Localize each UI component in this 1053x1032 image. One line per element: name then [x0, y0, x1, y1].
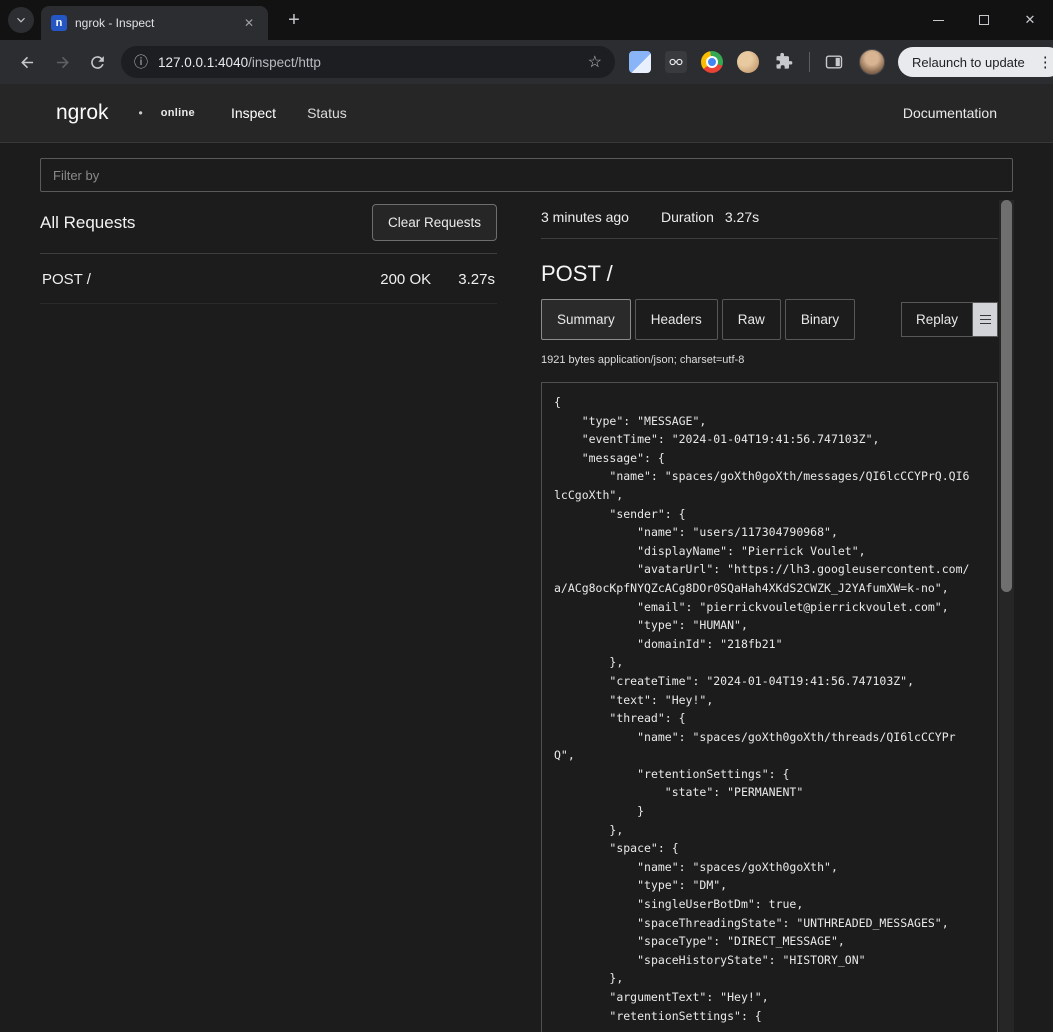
tab-binary[interactable]: Binary — [785, 299, 855, 340]
duration-value: 3.27s — [725, 209, 759, 225]
browser-titlebar: n ngrok - Inspect ✕ + ✕ — [0, 0, 1053, 40]
relaunch-to-update-button[interactable]: Relaunch to update ⋮ — [898, 47, 1053, 77]
browser-menu-icon[interactable]: ⋮ — [1034, 53, 1053, 71]
window-maximize-button[interactable] — [961, 0, 1007, 40]
requests-pane-header: All Requests Clear Requests — [40, 200, 497, 254]
url-host: 127.0.0.1:4040 — [158, 55, 248, 70]
puzzle-icon — [774, 52, 794, 72]
tab-summary[interactable]: Summary — [541, 299, 631, 340]
requests-pane: All Requests Clear Requests POST / 200 O… — [40, 200, 497, 1032]
ngrok-header: ngrok • online Inspect Status Documentat… — [0, 84, 1053, 143]
replay-group: Replay — [901, 302, 998, 337]
filter-section — [0, 143, 1053, 192]
profile-avatar[interactable] — [859, 49, 885, 75]
extension-icon-2[interactable] — [737, 51, 759, 73]
detail-pane: 3 minutes ago Duration 3.27s POST / Summa… — [541, 200, 998, 1032]
tab-close-icon[interactable]: ✕ — [240, 14, 258, 32]
toolbar-separator — [809, 52, 810, 72]
side-panel-icon — [824, 52, 844, 72]
tab-raw[interactable]: Raw — [722, 299, 781, 340]
address-bar[interactable]: ⓘ 127.0.0.1:4040/inspect/http ☆ — [121, 46, 615, 78]
nav-documentation[interactable]: Documentation — [903, 105, 997, 121]
clear-requests-button[interactable]: Clear Requests — [372, 204, 497, 241]
online-status-dot: • — [139, 106, 143, 120]
online-status-label: online — [161, 107, 195, 119]
tab-title: ngrok - Inspect — [75, 16, 232, 30]
request-row-right: 200 OK 3.27s — [380, 271, 495, 288]
request-duration: 3.27s — [458, 271, 495, 288]
nav-inspect[interactable]: Inspect — [231, 105, 276, 121]
window-controls: ✕ — [915, 0, 1053, 40]
extension-icon-1[interactable] — [629, 51, 651, 73]
filter-input[interactable] — [40, 158, 1013, 192]
chevron-down-icon — [14, 13, 28, 27]
chrome-icon-center — [708, 58, 716, 66]
browser-window: n ngrok - Inspect ✕ + ✕ ⓘ 127.0.0.1:4040… — [0, 0, 1053, 1032]
url-path: /inspect/http — [248, 55, 321, 70]
reload-button[interactable] — [80, 45, 115, 79]
site-info-icon[interactable]: ⓘ — [134, 52, 148, 72]
goggles-icon — [667, 53, 685, 71]
forward-button[interactable] — [45, 45, 80, 79]
url-text: 127.0.0.1:4040/inspect/http — [158, 55, 588, 70]
tab-search-button[interactable] — [8, 7, 34, 33]
browser-toolbar: ⓘ 127.0.0.1:4040/inspect/http ☆ Relaunch… — [0, 40, 1053, 84]
back-arrow-icon — [18, 53, 37, 72]
request-row[interactable]: POST / 200 OK 3.27s — [40, 254, 497, 304]
window-close-button[interactable]: ✕ — [1007, 0, 1053, 40]
side-panel-button[interactable] — [822, 50, 846, 74]
hamburger-icon — [980, 315, 991, 317]
scrollbar-thumb[interactable] — [1001, 200, 1012, 592]
tab-headers[interactable]: Headers — [635, 299, 718, 340]
nav-status[interactable]: Status — [307, 105, 347, 121]
replay-button[interactable]: Replay — [901, 302, 973, 337]
duration-group: Duration 3.27s — [661, 209, 759, 225]
ngrok-logo[interactable]: ngrok — [56, 101, 109, 125]
all-requests-heading: All Requests — [40, 213, 135, 233]
request-title: POST / — [541, 261, 998, 287]
detail-meta-row: 3 minutes ago Duration 3.27s — [541, 200, 998, 239]
content-meta: 1921 bytes application/json; charset=utf… — [541, 354, 998, 366]
request-body-json: { "type": "MESSAGE", "eventTime": "2024-… — [541, 382, 998, 1032]
extensions-puzzle-icon[interactable] — [773, 51, 795, 73]
chrome-extension-icon[interactable] — [701, 51, 723, 73]
relaunch-label: Relaunch to update — [912, 55, 1025, 70]
new-tab-button[interactable]: + — [282, 8, 306, 32]
back-button[interactable] — [10, 45, 45, 79]
duration-label: Duration — [661, 209, 714, 225]
bookmark-star-icon[interactable]: ☆ — [588, 52, 602, 72]
extension-icon-goggles[interactable] — [665, 51, 687, 73]
browser-tab-ngrok[interactable]: n ngrok - Inspect ✕ — [41, 6, 268, 40]
window-minimize-button[interactable] — [915, 0, 961, 40]
scrollbar-track[interactable] — [999, 200, 1014, 1032]
replay-options-button[interactable] — [973, 302, 998, 337]
forward-arrow-icon — [53, 53, 72, 72]
request-status: 200 OK — [380, 271, 431, 288]
ngrok-favicon-icon: n — [51, 15, 67, 31]
reload-icon — [88, 53, 107, 72]
request-method-path: POST / — [42, 271, 91, 288]
detail-tabs: Summary Headers Raw Binary Replay — [541, 299, 998, 340]
request-time-ago: 3 minutes ago — [541, 209, 629, 225]
main-content: All Requests Clear Requests POST / 200 O… — [0, 192, 1053, 1032]
